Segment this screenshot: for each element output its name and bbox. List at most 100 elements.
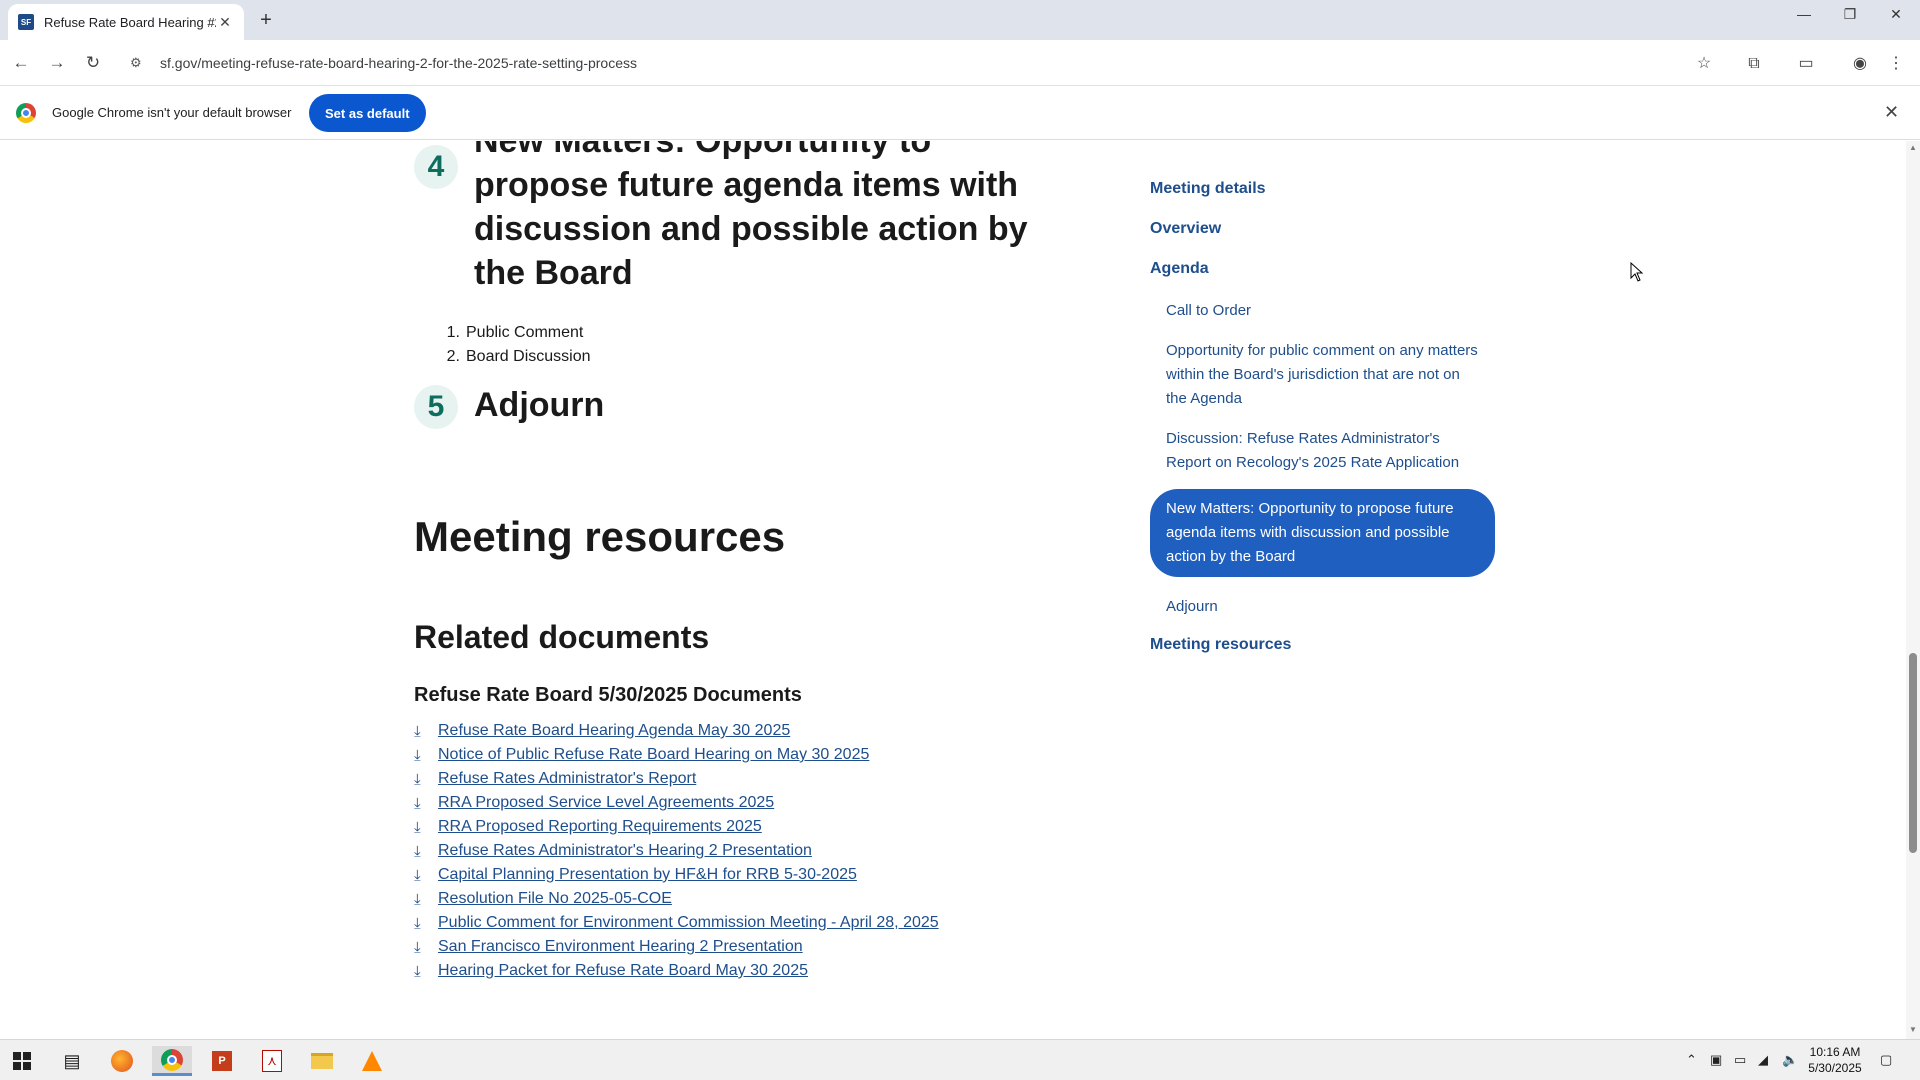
firefox-icon[interactable] [102,1046,142,1076]
acrobat-icon[interactable]: ⋏ [252,1046,292,1076]
nav-overview[interactable]: Overview [1150,219,1495,239]
battery-icon[interactable]: ▭ [1734,1052,1746,1068]
clock-time: 10:16 AM [1809,1045,1861,1059]
sf-favicon-icon: SF [18,14,34,30]
document-link[interactable]: Resolution File No 2025-05-COE [438,890,672,908]
powerpoint-icon[interactable]: P [202,1046,242,1076]
document-item: ⤓ Refuse Rates Administrator's Hearing 2 … [414,839,939,863]
document-link[interactable]: RRA Proposed Service Level Agreements 20… [438,794,774,812]
volume-icon[interactable]: 🔈 [1782,1052,1798,1068]
list-item: 1. Public Comment [446,324,584,341]
media-router-icon[interactable]: ▭ [1794,52,1818,76]
download-icon: ⤓ [414,914,421,932]
site-info-icon[interactable]: ⚙ [130,55,150,71]
related-documents-heading: Related documents [414,619,710,655]
download-icon: ⤓ [414,746,421,764]
mouse-cursor-icon [1630,262,1644,282]
tab-close-icon[interactable]: ✕ [216,14,234,31]
download-icon: ⤓ [414,962,421,980]
forward-icon[interactable]: → [44,50,70,76]
vlc-icon[interactable] [352,1046,392,1076]
clock-date: 5/30/2025 [1808,1061,1862,1075]
agenda-sublist: 1. Public Comment 2. Board Discussion [438,321,1054,369]
agenda-number-badge: 5 [414,385,458,429]
notifications-icon[interactable]: ▢ [1880,1052,1892,1068]
nav-discussion[interactable]: Discussion: Refuse Rates Administrator's… [1150,427,1495,475]
document-link[interactable]: RRA Proposed Reporting Requirements 2025 [438,818,762,836]
url-text: sf.gov/meeting-refuse-rate-board-hearing… [160,55,637,71]
documents-group-heading: Refuse Rate Board 5/30/2025 Documents [414,684,802,706]
document-item: ⤓ RRA Proposed Reporting Requirements 202… [414,815,939,839]
nav-meeting-details[interactable]: Meeting details [1150,179,1495,199]
document-link[interactable]: Notice of Public Refuse Rate Board Heari… [438,746,869,764]
document-item: ⤓ Capital Planning Presentation by HF&H f… [414,863,939,887]
document-link[interactable]: Public Comment for Environment Commissio… [438,914,939,932]
chrome-logo-icon [16,103,36,123]
minimize-icon[interactable]: — [1784,6,1824,22]
tab-title: Refuse Rate Board Hearing #2 | [44,14,216,30]
windows-start-icon[interactable] [2,1046,42,1076]
document-link[interactable]: Hearing Packet for Refuse Rate Board May… [438,962,808,980]
tray-device-icon[interactable]: ▣ [1710,1052,1722,1068]
reload-icon[interactable]: ↻ [80,50,106,76]
document-link[interactable]: Refuse Rate Board Hearing Agenda May 30 … [438,722,790,740]
nav-agenda[interactable]: Agenda [1150,259,1495,279]
set-default-button[interactable]: Set as default [309,94,426,132]
infobar-message: Google Chrome isn't your default browser [52,105,292,120]
meeting-resources-heading: Meeting resources [414,513,786,560]
nav-new-matters-active[interactable]: New Matters: Opportunity to propose futu… [1150,489,1495,577]
default-browser-infobar: Google Chrome isn't your default browser… [0,86,1920,140]
scroll-thumb[interactable] [1909,653,1917,853]
infobar-close-icon[interactable]: ✕ [1884,102,1899,123]
list-item: 2. Board Discussion [446,348,591,365]
nav-call-to-order[interactable]: Call to Order [1150,299,1495,323]
tray-overflow-icon[interactable]: ⌃ [1686,1052,1697,1068]
download-icon: ⤓ [414,890,421,908]
address-bar[interactable]: ⚙ sf.gov/meeting-refuse-rate-board-heari… [120,46,1770,80]
download-icon: ⤓ [414,818,421,836]
file-explorer-icon[interactable] [302,1046,342,1076]
document-link[interactable]: Capital Planning Presentation by HF&H fo… [438,866,857,884]
scroll-down-icon[interactable]: ▼ [1909,1025,1917,1034]
window-close-icon[interactable]: ✕ [1876,6,1916,23]
browser-toolbar: ← → ↻ ⚙ sf.gov/meeting-refuse-rate-board… [0,40,1920,86]
task-view-icon[interactable]: ▤ [52,1046,92,1076]
download-icon: ⤓ [414,866,421,884]
agenda-item-4: 4 New Matters: Opportunity to propose fu… [414,141,1054,369]
menu-kebab-icon[interactable]: ⋮ [1884,52,1908,76]
chrome-taskbar-icon[interactable] [152,1046,192,1076]
agenda-number-badge: 4 [414,145,458,189]
network-icon[interactable]: ◢ [1758,1052,1768,1068]
document-item: ⤓ RRA Proposed Service Level Agreements 2… [414,791,939,815]
page-scrollbar[interactable]: ▲ ▼ [1906,141,1920,1039]
document-item: ⤓ San Francisco Environment Hearing 2 Pre… [414,935,939,959]
document-link[interactable]: San Francisco Environment Hearing 2 Pres… [438,938,803,956]
system-clock[interactable]: 10:16 AM 5/30/2025 [1800,1044,1870,1076]
back-icon[interactable]: ← [8,50,34,76]
download-icon: ⤓ [414,842,421,860]
document-item: ⤓ Refuse Rate Board Hearing Agenda May 30… [414,719,939,743]
document-link[interactable]: Refuse Rates Administrator's Report [438,770,696,788]
restore-icon[interactable]: ❐ [1830,6,1870,23]
browser-tab[interactable]: SF Refuse Rate Board Hearing #2 | ✕ [8,4,244,40]
profile-icon[interactable]: ◉ [1848,52,1872,76]
agenda-item-title: Adjourn [474,386,605,424]
document-link[interactable]: Refuse Rates Administrator's Hearing 2 P… [438,842,812,860]
agenda-item-5: 5 Adjourn [414,383,1054,429]
on-this-page-nav: Meeting details Overview Agenda Call to … [1150,179,1495,675]
nav-public-comment[interactable]: Opportunity for public comment on any ma… [1150,339,1495,411]
page-content: 4 New Matters: Opportunity to propose fu… [0,141,1906,1039]
agenda-item-title: New Matters: Opportunity to propose futu… [474,141,1028,292]
document-item: ⤓ Notice of Public Refuse Rate Board Hear… [414,743,939,767]
document-list: ⤓ Refuse Rate Board Hearing Agenda May 30… [414,719,939,983]
extensions-icon[interactable]: ⧉ [1742,52,1766,76]
download-icon: ⤓ [414,722,421,740]
download-icon: ⤓ [414,794,421,812]
scroll-up-icon[interactable]: ▲ [1909,143,1917,152]
tab-strip: SF Refuse Rate Board Hearing #2 | ✕ + — … [0,0,1920,40]
bookmark-star-icon[interactable]: ☆ [1692,52,1716,76]
nav-adjourn[interactable]: Adjourn [1150,595,1495,619]
download-icon: ⤓ [414,770,421,788]
new-tab-icon[interactable]: + [254,8,278,32]
nav-meeting-resources[interactable]: Meeting resources [1150,635,1495,655]
